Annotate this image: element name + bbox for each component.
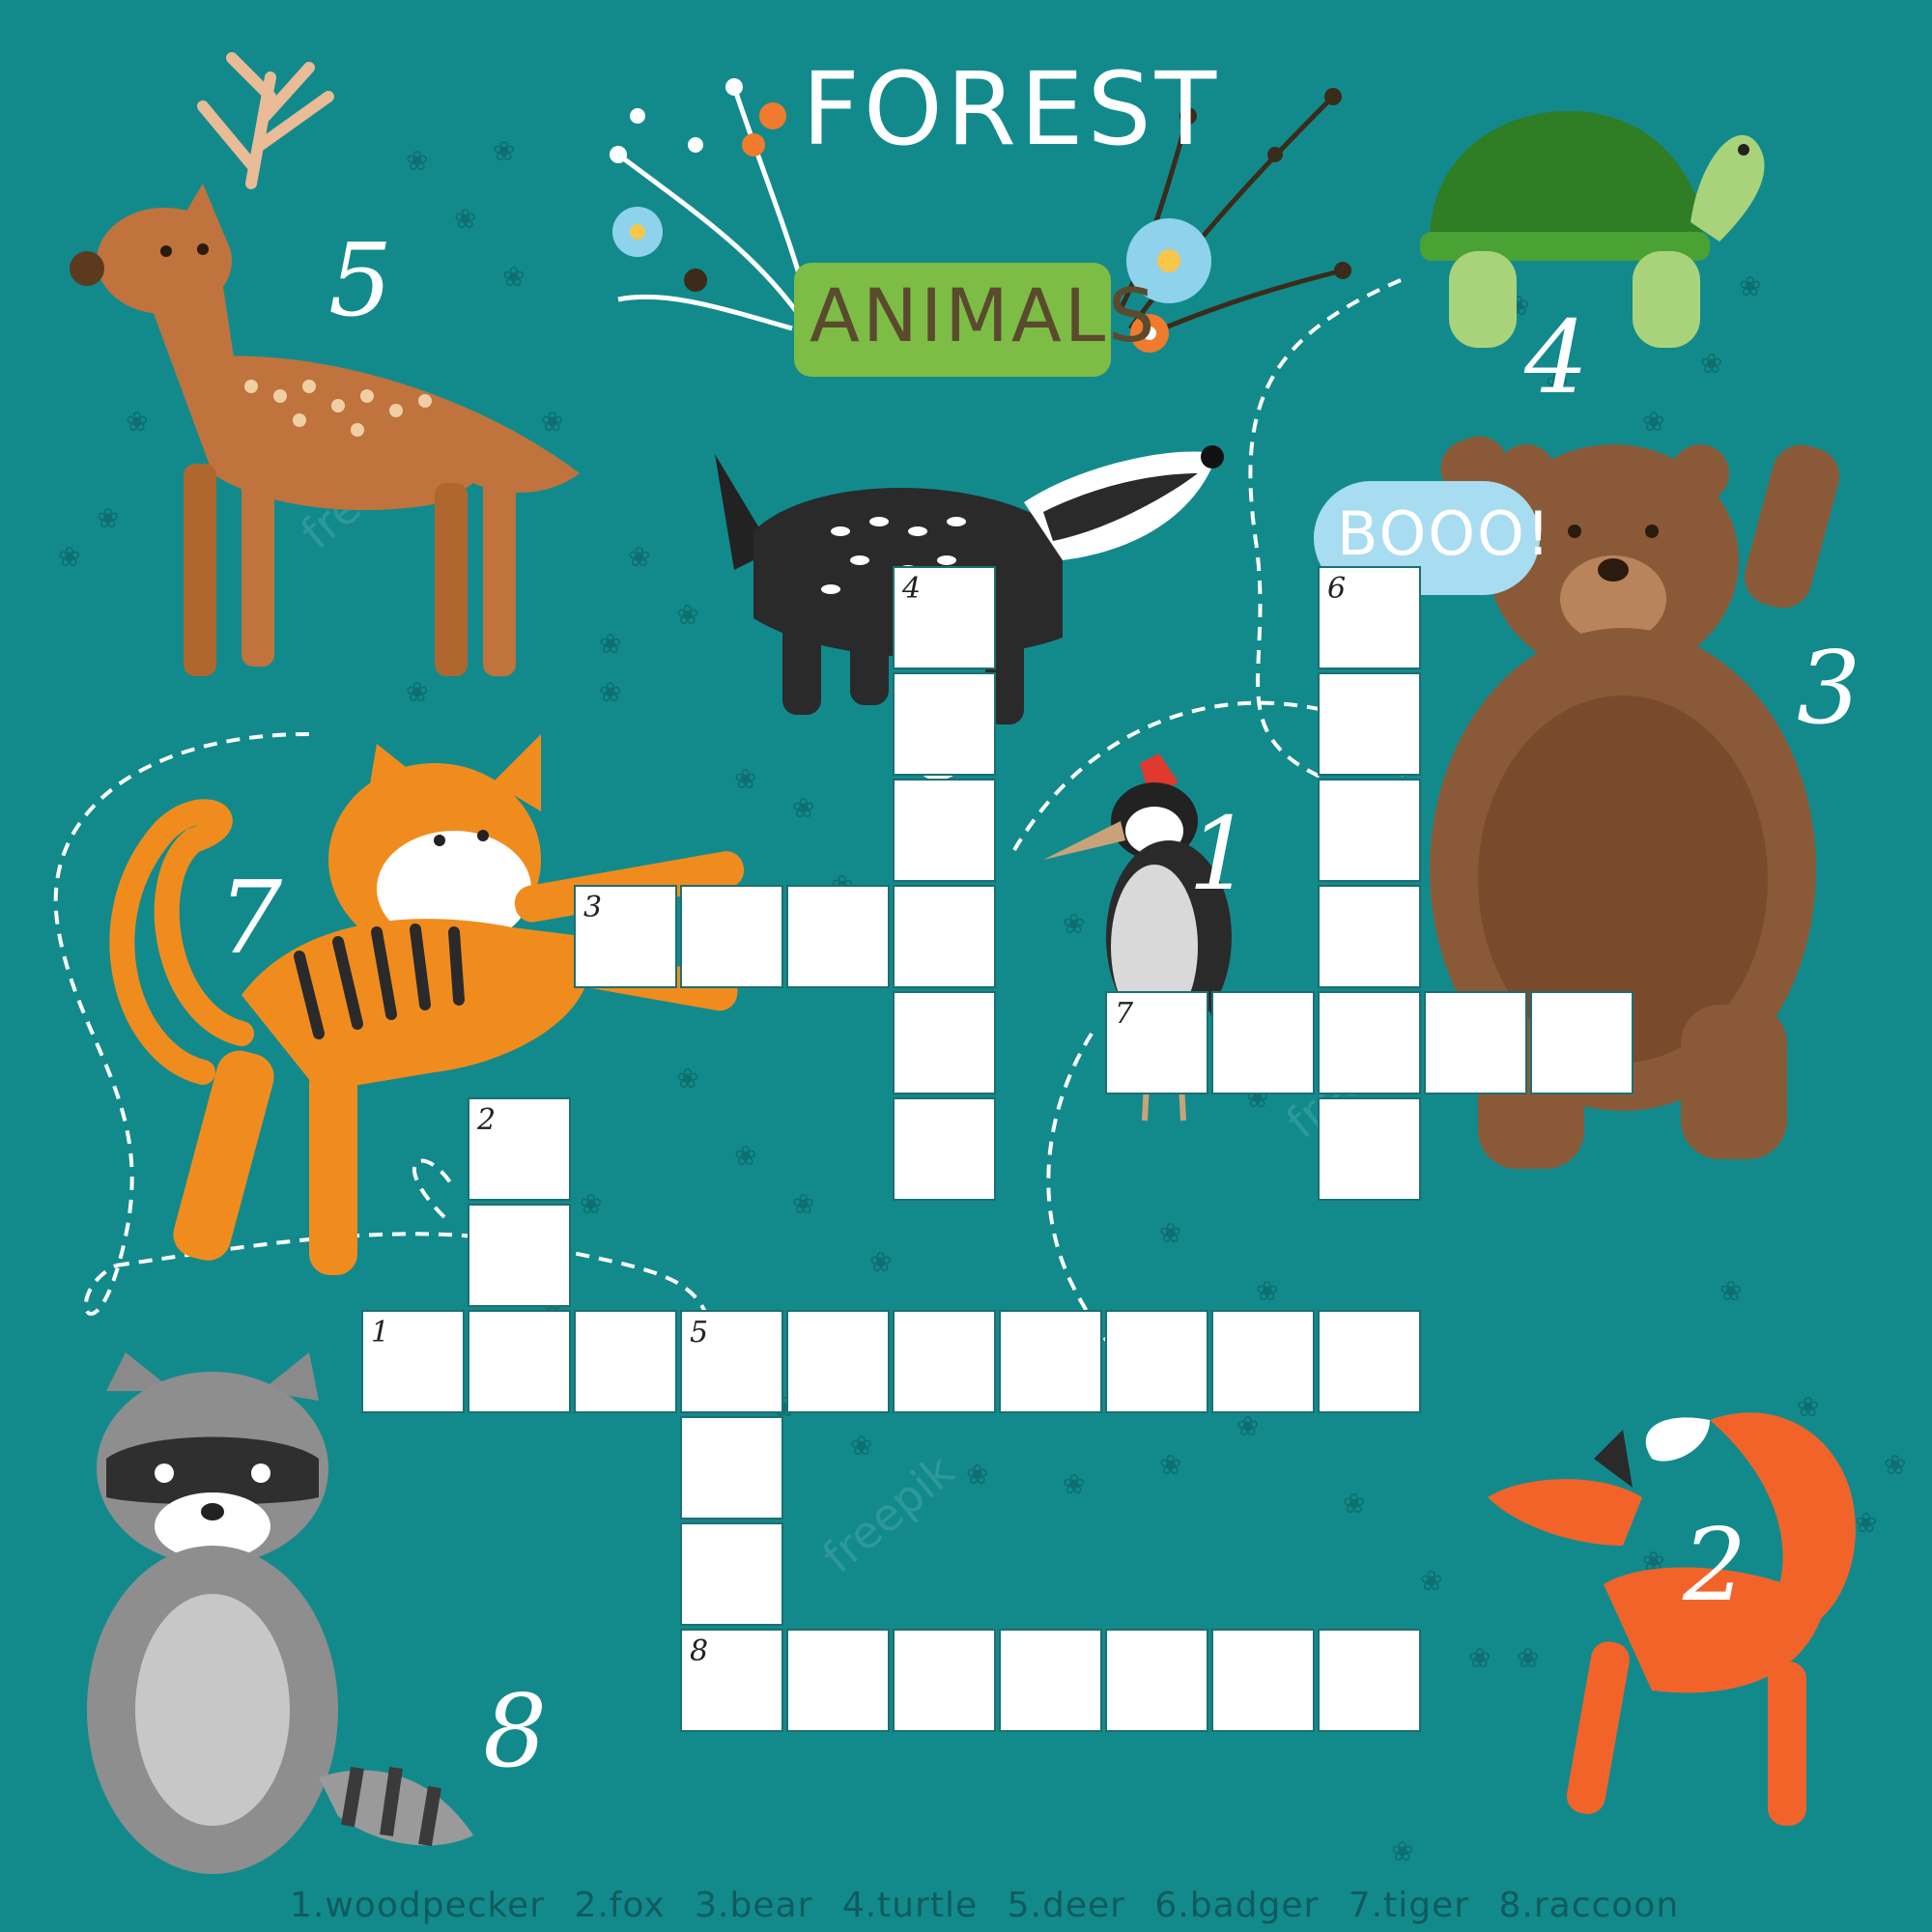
crossword-cell[interactable] [680, 885, 783, 988]
crossword-cell[interactable] [1318, 991, 1421, 1094]
crossword-cell[interactable] [1318, 1629, 1421, 1732]
answer-item: 8.raccoon [1498, 1886, 1680, 1925]
crossword-cell[interactable]: 6 [1318, 566, 1421, 669]
clue-number: 2 [477, 1103, 497, 1137]
crossword-cell[interactable] [1318, 1097, 1421, 1201]
tiger-number: 7 [218, 859, 283, 977]
crossword-cell[interactable]: 1 [361, 1310, 465, 1413]
crossword-cell[interactable] [893, 1097, 996, 1201]
crossword-page: freepik freepik freepik ❀❀❀❀❀❀❀❀❀❀❀❀❀❀❀❀… [0, 0, 1932, 1932]
crossword-cell[interactable]: 5 [680, 1310, 783, 1413]
crossword-cell[interactable] [786, 885, 890, 988]
crossword-cell[interactable] [574, 1310, 677, 1413]
crossword-cell[interactable] [999, 1310, 1102, 1413]
crossword-cell[interactable] [893, 991, 996, 1094]
crossword-cell[interactable] [893, 1310, 996, 1413]
speech-bubble-text: BOOO! [1337, 498, 1552, 569]
clue-number: 7 [1115, 997, 1134, 1031]
answer-item: 2.fox [574, 1886, 666, 1925]
answer-item: 5.deer [1007, 1886, 1125, 1925]
crossword-cell[interactable]: 2 [468, 1097, 571, 1201]
page-subtitle: ANIMALS [810, 272, 1158, 358]
clue-number: 1 [371, 1316, 390, 1350]
turtle-illustration [1420, 111, 1765, 348]
crossword-cell[interactable] [1318, 1310, 1421, 1413]
crossword-cell[interactable] [1211, 1629, 1315, 1732]
crossword-cell[interactable] [1318, 672, 1421, 776]
answer-item: 4.turtle [841, 1886, 979, 1925]
answer-item: 3.bear [695, 1886, 813, 1925]
clue-number: 3 [583, 891, 603, 924]
answer-key: 1.woodpecker 2.fox 3.bear 4.turtle 5.dee… [290, 1886, 1696, 1925]
crossword-cell[interactable] [999, 1629, 1102, 1732]
crossword-cell[interactable] [893, 672, 996, 776]
answer-item: 6.badger [1154, 1886, 1320, 1925]
bear-number: 3 [1797, 629, 1861, 747]
crossword-cell[interactable] [1105, 1310, 1208, 1413]
crossword-cell[interactable]: 4 [893, 566, 996, 669]
turtle-number: 4 [1524, 298, 1589, 416]
crossword-cell[interactable] [1318, 779, 1421, 882]
answer-item: 1.woodpecker [290, 1886, 545, 1925]
crossword-cell[interactable] [893, 779, 996, 882]
crossword-cell[interactable]: 7 [1105, 991, 1208, 1094]
crossword-cell[interactable]: 8 [680, 1629, 783, 1732]
clue-number: 6 [1327, 572, 1347, 606]
crossword-cell[interactable] [786, 1310, 890, 1413]
woodpecker-number: 1 [1188, 795, 1253, 913]
answer-item: 7.tiger [1348, 1886, 1470, 1925]
clue-number: 8 [690, 1634, 709, 1668]
crossword-cell[interactable]: 3 [574, 885, 677, 988]
crossword-cell[interactable] [680, 1522, 783, 1626]
crossword-cell[interactable] [1318, 885, 1421, 988]
fox-number: 2 [1683, 1506, 1747, 1624]
crossword-cell[interactable] [1105, 1629, 1208, 1732]
crossword-cell[interactable] [893, 885, 996, 988]
crossword-cell[interactable] [1211, 1310, 1315, 1413]
crossword-cell[interactable] [1530, 991, 1634, 1094]
crossword-cell[interactable] [786, 1629, 890, 1732]
crossword-cell[interactable] [893, 1629, 996, 1732]
tiger-illustration [109, 734, 745, 1275]
crossword-cell[interactable] [680, 1416, 783, 1520]
crossword-cell[interactable] [468, 1204, 571, 1307]
raccoon-number: 8 [483, 1672, 548, 1790]
crossword-cell[interactable] [1424, 991, 1527, 1094]
crossword-cell[interactable] [1211, 991, 1315, 1094]
page-title: FOREST [802, 50, 1221, 168]
deer-number: 5 [328, 221, 393, 339]
fox-illustration [1488, 1412, 1856, 1826]
clue-number: 5 [690, 1316, 709, 1350]
deer-illustration [70, 52, 580, 676]
raccoon-illustration [87, 1352, 473, 1874]
clue-number: 4 [902, 572, 922, 606]
crossword-cell[interactable] [468, 1310, 571, 1413]
